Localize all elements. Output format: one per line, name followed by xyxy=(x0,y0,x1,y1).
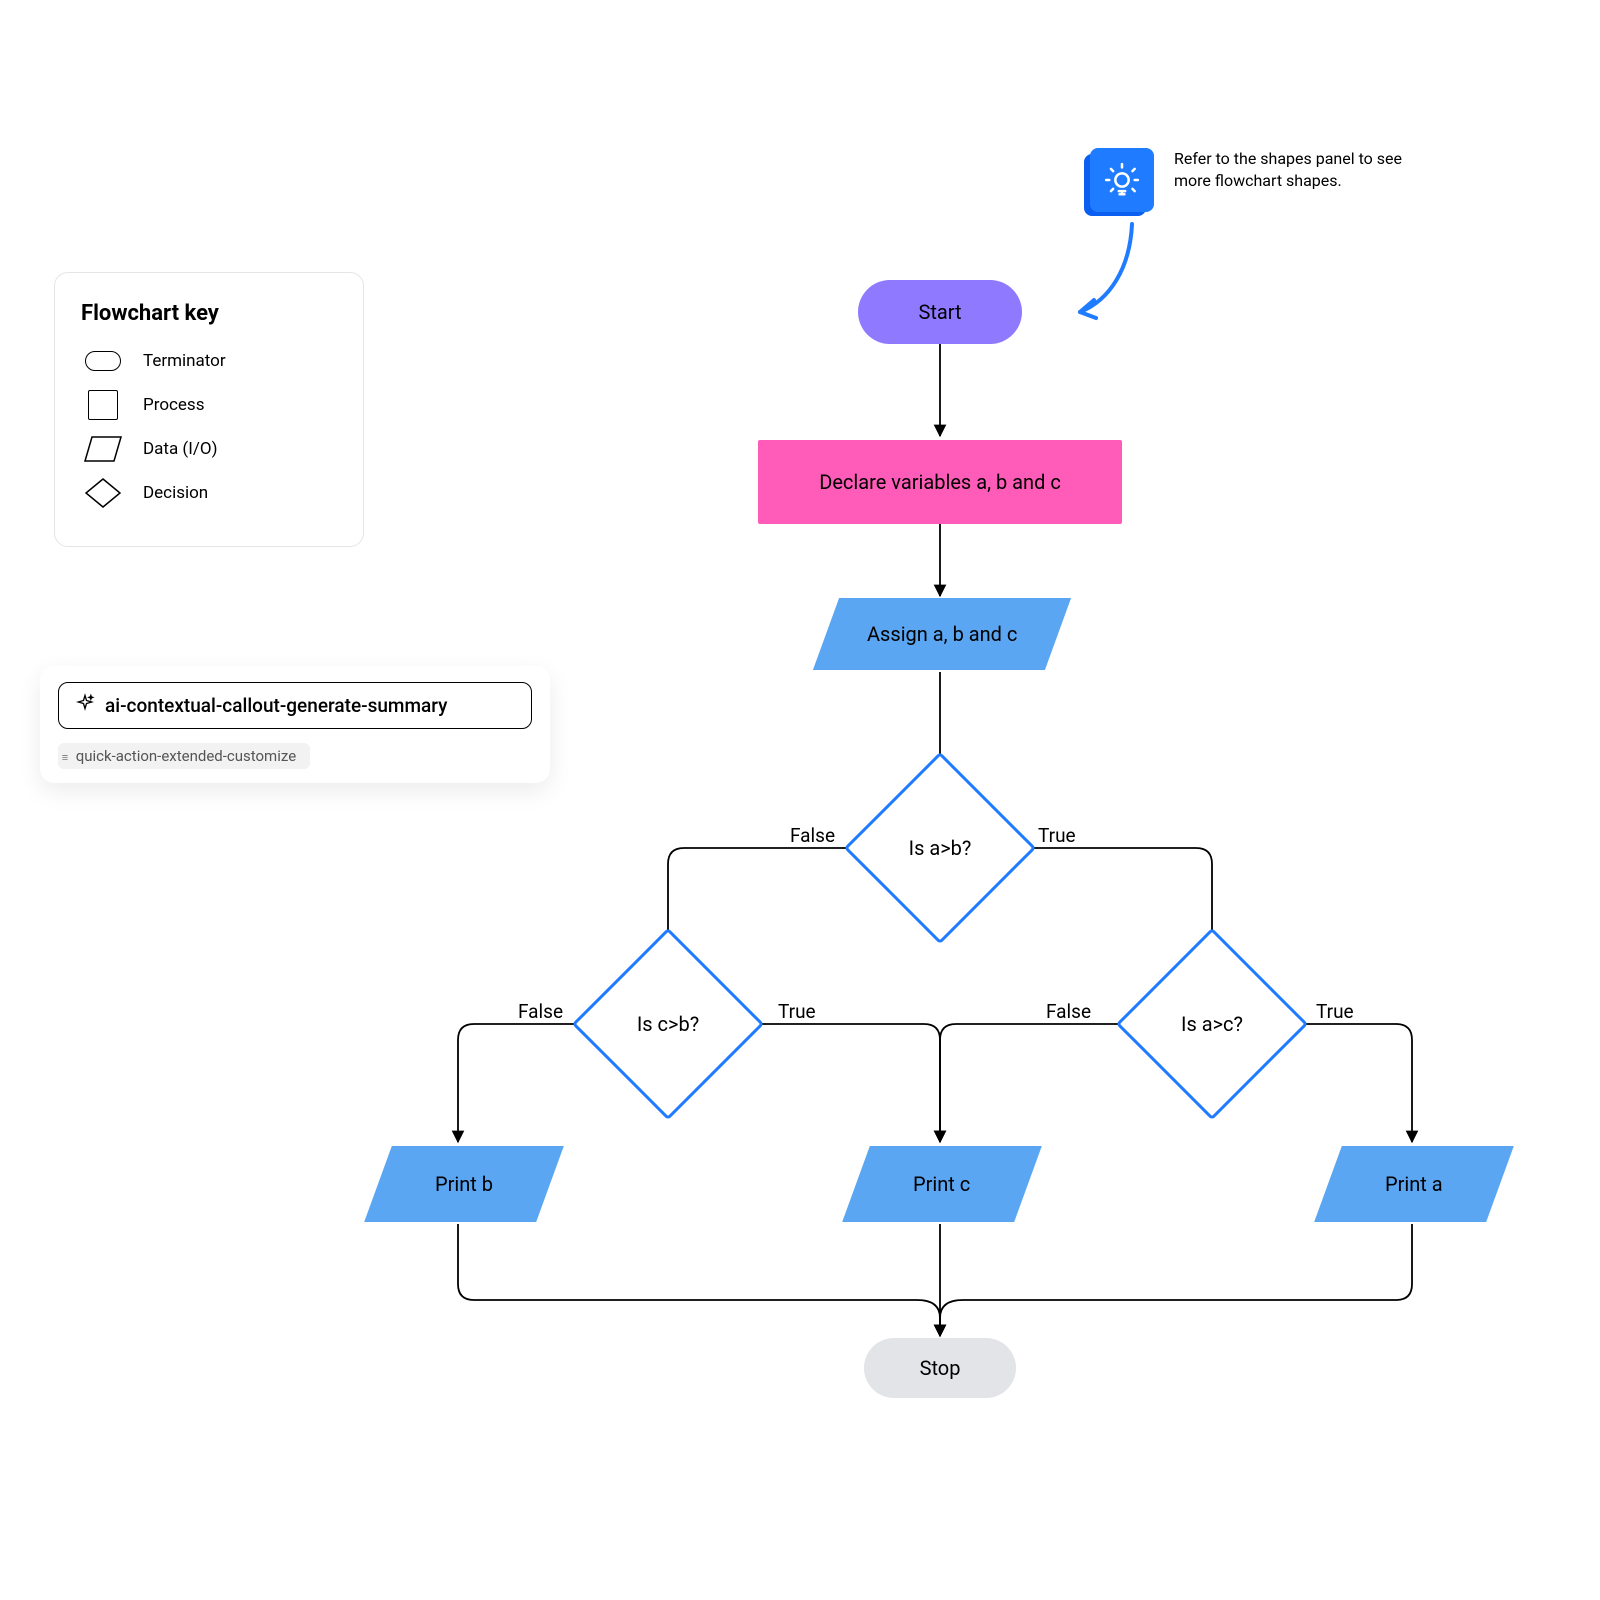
node-print-a[interactable]: Print a xyxy=(1314,1146,1514,1222)
edge-label-false: False xyxy=(518,1000,563,1023)
edges xyxy=(0,0,1600,1600)
edge-label-false: False xyxy=(1046,1000,1091,1023)
node-print-b[interactable]: Print b xyxy=(364,1146,564,1222)
node-decision-a-gt-c[interactable]: Is a>c? xyxy=(1144,956,1280,1092)
node-assign[interactable]: Assign a, b and c xyxy=(813,598,1071,670)
edge-label-true: True xyxy=(1038,824,1076,847)
node-start[interactable]: Start xyxy=(858,280,1022,344)
edge-label-false: False xyxy=(790,824,835,847)
node-decision-a-gt-b[interactable]: Is a>b? xyxy=(872,780,1008,916)
node-declare[interactable]: Declare variables a, b and c xyxy=(758,440,1122,524)
edge-label-true: True xyxy=(1316,1000,1354,1023)
node-stop[interactable]: Stop xyxy=(864,1338,1016,1398)
node-print-c[interactable]: Print c xyxy=(842,1146,1042,1222)
edge-label-true: True xyxy=(778,1000,816,1023)
node-decision-c-gt-b[interactable]: Is c>b? xyxy=(600,956,736,1092)
diagram-canvas[interactable]: Flowchart key Terminator Process Data (I… xyxy=(0,0,1600,1600)
